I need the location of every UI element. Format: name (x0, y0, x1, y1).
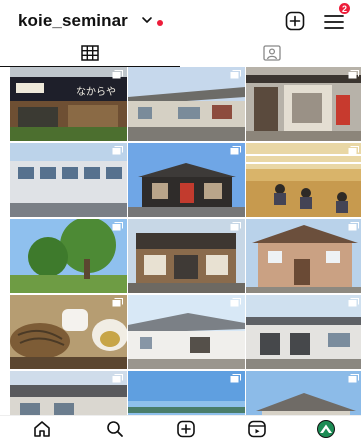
post-tile[interactable] (128, 295, 245, 369)
post-thumbnail (246, 143, 361, 217)
post-thumbnail (128, 143, 245, 217)
multiple-photos-icon (348, 222, 359, 231)
tab-posts-grid[interactable] (0, 40, 180, 67)
multiple-photos-icon (348, 298, 359, 307)
post-thumbnail (128, 219, 245, 293)
post-thumbnail (128, 295, 245, 369)
nav-profile[interactable] (316, 420, 336, 438)
post-tile[interactable] (128, 219, 245, 293)
post-tile[interactable] (10, 295, 127, 369)
post-thumbnail (128, 67, 245, 141)
add-post-icon (177, 420, 195, 438)
post-tile[interactable] (128, 67, 245, 141)
notification-badge: 2 (338, 2, 351, 15)
nav-home[interactable] (32, 420, 52, 438)
post-tile[interactable] (246, 67, 361, 141)
chevron-down-icon[interactable] (141, 14, 153, 26)
multiple-photos-icon (112, 374, 123, 383)
multiple-photos-icon (348, 70, 359, 79)
nav-reels[interactable] (247, 420, 267, 438)
multiple-photos-icon (230, 298, 241, 307)
nav-create[interactable] (176, 420, 196, 438)
multiple-photos-icon (230, 146, 241, 155)
post-tile[interactable] (128, 143, 245, 217)
post-thumbnail (246, 371, 361, 415)
post-thumbnail (246, 295, 361, 369)
post-thumbnail (10, 295, 127, 369)
tab-tagged[interactable] (181, 40, 361, 67)
multiple-photos-icon (112, 70, 123, 79)
profile-username[interactable]: koie_seminar (18, 11, 128, 31)
post-thumbnail: なからや (10, 67, 127, 141)
post-thumbnail (10, 371, 127, 415)
multiple-photos-icon (230, 374, 241, 383)
profile-avatar-icon (317, 420, 335, 438)
search-icon (107, 421, 123, 437)
post-tile[interactable] (10, 371, 127, 415)
post-tile[interactable] (128, 371, 245, 415)
post-tile[interactable]: なからや (10, 67, 127, 141)
multiple-photos-icon (348, 146, 359, 155)
shop-sign-text: なからや (76, 86, 116, 98)
tagged-person-icon (263, 45, 281, 61)
post-thumbnail (10, 143, 127, 217)
unread-dot (157, 20, 163, 26)
post-thumbnail (246, 67, 361, 141)
multiple-photos-icon (112, 222, 123, 231)
post-thumbnail (10, 219, 127, 293)
post-tile[interactable] (246, 295, 361, 369)
multiple-photos-icon (348, 374, 359, 383)
profile-header: koie_seminar 2 (0, 0, 361, 40)
post-tile[interactable] (10, 143, 127, 217)
profile-tabs (0, 40, 361, 67)
bottom-navigation (0, 415, 361, 439)
multiple-photos-icon (230, 222, 241, 231)
home-icon (34, 421, 50, 437)
grid-icon (81, 45, 99, 61)
nav-search[interactable] (105, 420, 125, 438)
post-thumbnail (128, 371, 245, 415)
post-tile[interactable] (246, 143, 361, 217)
post-grid: なからや (0, 67, 361, 415)
reels-icon (248, 420, 266, 438)
post-tile[interactable] (246, 219, 361, 293)
post-thumbnail (246, 219, 361, 293)
hamburger-menu-icon[interactable] (323, 12, 345, 32)
create-post-icon[interactable] (285, 11, 305, 31)
multiple-photos-icon (112, 298, 123, 307)
multiple-photos-icon (112, 146, 123, 155)
post-tile[interactable] (246, 371, 361, 415)
post-tile[interactable] (10, 219, 127, 293)
multiple-photos-icon (230, 70, 241, 79)
